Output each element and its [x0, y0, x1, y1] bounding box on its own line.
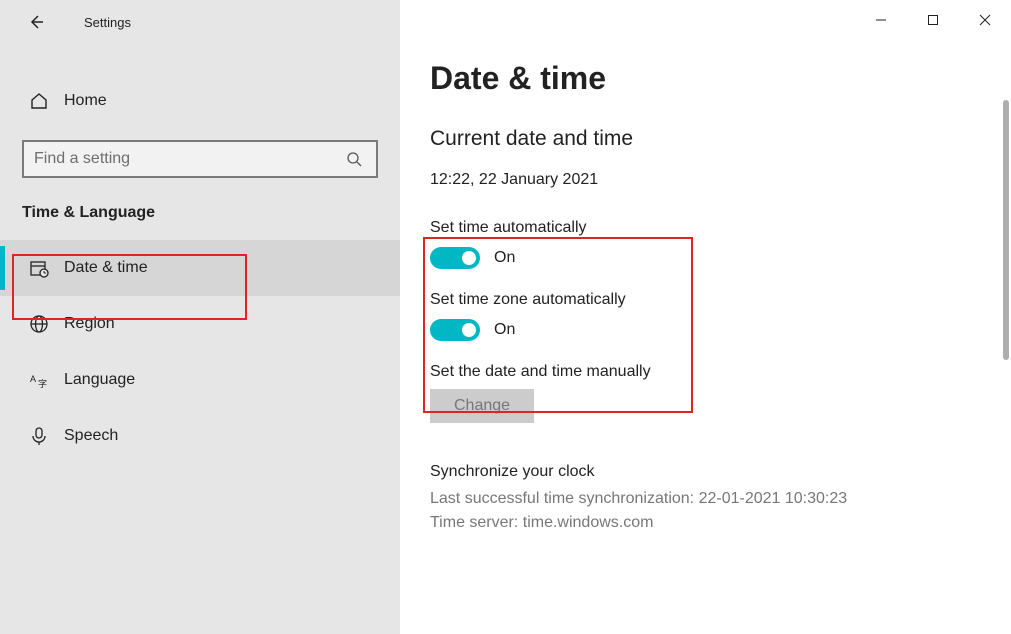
toggle-label: Set time zone automatically: [430, 291, 1011, 309]
manual-set-label: Set the date and time manually: [430, 363, 1011, 381]
sidebar-section-header: Time & Language: [0, 204, 400, 240]
toggle-set-timezone-auto: Set time zone automatically On: [430, 291, 1011, 341]
svg-text:字: 字: [38, 378, 47, 389]
scrollbar[interactable]: [1003, 100, 1009, 360]
set-timezone-auto-toggle[interactable]: [430, 319, 480, 341]
maximize-button[interactable]: [907, 0, 959, 40]
calendar-icon: [28, 257, 50, 279]
window-controls: [855, 0, 1011, 40]
set-time-auto-toggle[interactable]: [430, 247, 480, 269]
current-datetime-value: 12:22, 22 January 2021: [430, 171, 1011, 189]
sidebar-item-language[interactable]: A字 Language: [0, 352, 400, 408]
toggle-label: Set time automatically: [430, 219, 1011, 237]
home-icon: [28, 90, 50, 112]
sidebar-item-label: Date & time: [64, 259, 148, 277]
minimize-button[interactable]: [855, 0, 907, 40]
toggle-state: On: [494, 249, 515, 267]
toggle-set-time-auto: Set time automatically On: [430, 219, 1011, 269]
section-current-datetime: Current date and time: [430, 127, 1011, 151]
titlebar: Settings: [0, 0, 400, 44]
arrow-left-icon: [28, 14, 44, 30]
main-content: Date & time Current date and time 12:22,…: [400, 0, 1011, 634]
sidebar-item-date-time[interactable]: Date & time: [0, 240, 400, 296]
search-icon: [346, 151, 362, 167]
search-box[interactable]: [22, 140, 378, 178]
page-title: Date & time: [430, 60, 1011, 97]
home-nav[interactable]: Home: [0, 76, 400, 126]
sidebar-item-label: Language: [64, 371, 135, 389]
sidebar-item-speech[interactable]: Speech: [0, 408, 400, 464]
change-button[interactable]: Change: [430, 389, 534, 423]
toggle-state: On: [494, 321, 515, 339]
sidebar-item-label: Speech: [64, 427, 118, 445]
language-icon: A字: [28, 369, 50, 391]
sync-last-success: Last successful time synchronization: 22…: [430, 487, 1011, 511]
search-input[interactable]: [34, 150, 346, 168]
home-label: Home: [64, 92, 107, 110]
sidebar: Settings Home Time & Language Date & tim…: [0, 0, 400, 634]
globe-icon: [28, 313, 50, 335]
sidebar-item-label: Region: [64, 315, 115, 333]
close-button[interactable]: [959, 0, 1011, 40]
sync-time-server: Time server: time.windows.com: [430, 511, 1011, 535]
svg-text:A: A: [30, 374, 36, 384]
search-box-container: [22, 140, 378, 178]
back-button[interactable]: [18, 4, 54, 40]
sync-clock-title: Synchronize your clock: [430, 463, 1011, 481]
app-title: Settings: [84, 15, 131, 30]
sidebar-item-region[interactable]: Region: [0, 296, 400, 352]
microphone-icon: [28, 425, 50, 447]
